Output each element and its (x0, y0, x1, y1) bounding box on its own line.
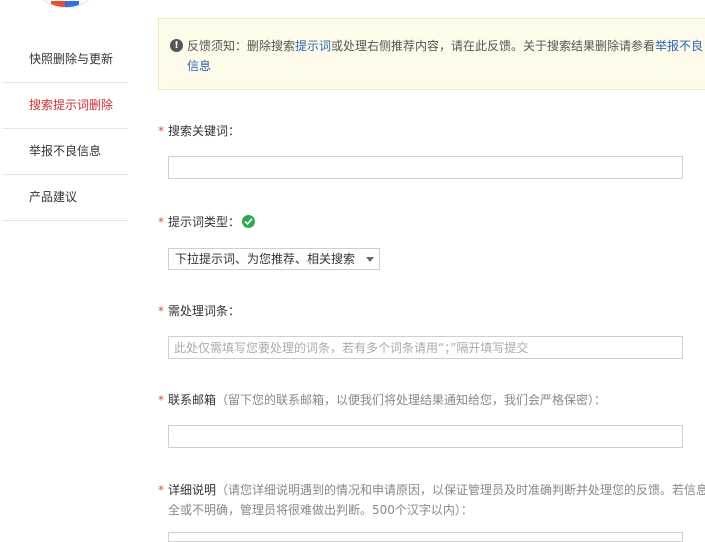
sidebar-item-suggestion-delete[interactable]: 搜索提示词删除 (3, 83, 128, 129)
detail-hint: （请您详细说明遇到的情况和申请原因，以保证管理员及时准确判断并处理您的反馈。若信… (216, 483, 705, 497)
type-label-text: 提示词类型： (168, 215, 241, 229)
avatar (30, 0, 102, 8)
notice-box: ! 反馈须知：删除搜索提示词或处理右侧推荐内容，请在此反馈。关于搜索结果删除请参… (158, 18, 705, 90)
detail-hint-2: 全或不明确，管理员将很难做出判断。500个汉字以内）： (168, 503, 473, 517)
avatar-logo-red (51, 1, 65, 7)
detail-label-text: 详细说明 (168, 483, 217, 497)
terms-input[interactable] (168, 336, 683, 359)
notice-text: 反馈须知：删除搜索 (187, 39, 296, 53)
check-icon (242, 215, 256, 228)
avatar-logo-blue (65, 1, 79, 7)
required-star: * (158, 304, 164, 318)
email-input[interactable] (168, 425, 683, 448)
type-select-value: 下拉提示词、为您推荐、相关搜索 (175, 252, 356, 266)
notice-link-suggestion[interactable]: 提示词 (295, 39, 331, 53)
type-label: * 提示词类型： (158, 213, 256, 230)
required-star: * (158, 483, 164, 497)
detail-textarea[interactable] (168, 532, 683, 542)
caret-down-icon (366, 257, 374, 262)
notice-text-middle: 或处理右侧推荐内容，请在此反馈。关于搜索结果删除请参看 (331, 39, 656, 53)
type-select[interactable]: 下拉提示词、为您推荐、相关搜索 (168, 248, 380, 270)
email-label-text: 联系邮箱 (168, 393, 217, 407)
sidebar-item-product-advice[interactable]: 产品建议 (3, 175, 128, 221)
email-hint: （留下您的联系邮箱，以便我们将处理结果通知给您，我们会严格保密）： (216, 393, 607, 407)
keyword-input[interactable] (168, 156, 683, 179)
email-label: * 联系邮箱（留下您的联系邮箱，以便我们将处理结果通知给您，我们会严格保密）： (158, 391, 606, 408)
required-star: * (158, 124, 164, 138)
required-star: * (158, 215, 164, 229)
keyword-label: * 搜索关键词： (158, 122, 240, 139)
keyword-label-text: 搜索关键词： (168, 124, 241, 138)
exclamation-icon: ! (170, 39, 183, 52)
sidebar-item-report[interactable]: 举报不良信息 (3, 129, 128, 175)
required-star: * (158, 393, 164, 407)
detail-label: * 详细说明（请您详细说明遇到的情况和申请原因，以保证管理员及时准确判断并处理您的… (158, 480, 705, 520)
terms-label: * 需处理词条： (158, 302, 240, 319)
terms-label-text: 需处理词条： (168, 304, 241, 318)
sidebar-item-snapshot[interactable]: 快照删除与更新 (3, 37, 128, 83)
sidebar: 快照删除与更新 搜索提示词删除 举报不良信息 产品建议 (3, 37, 128, 221)
